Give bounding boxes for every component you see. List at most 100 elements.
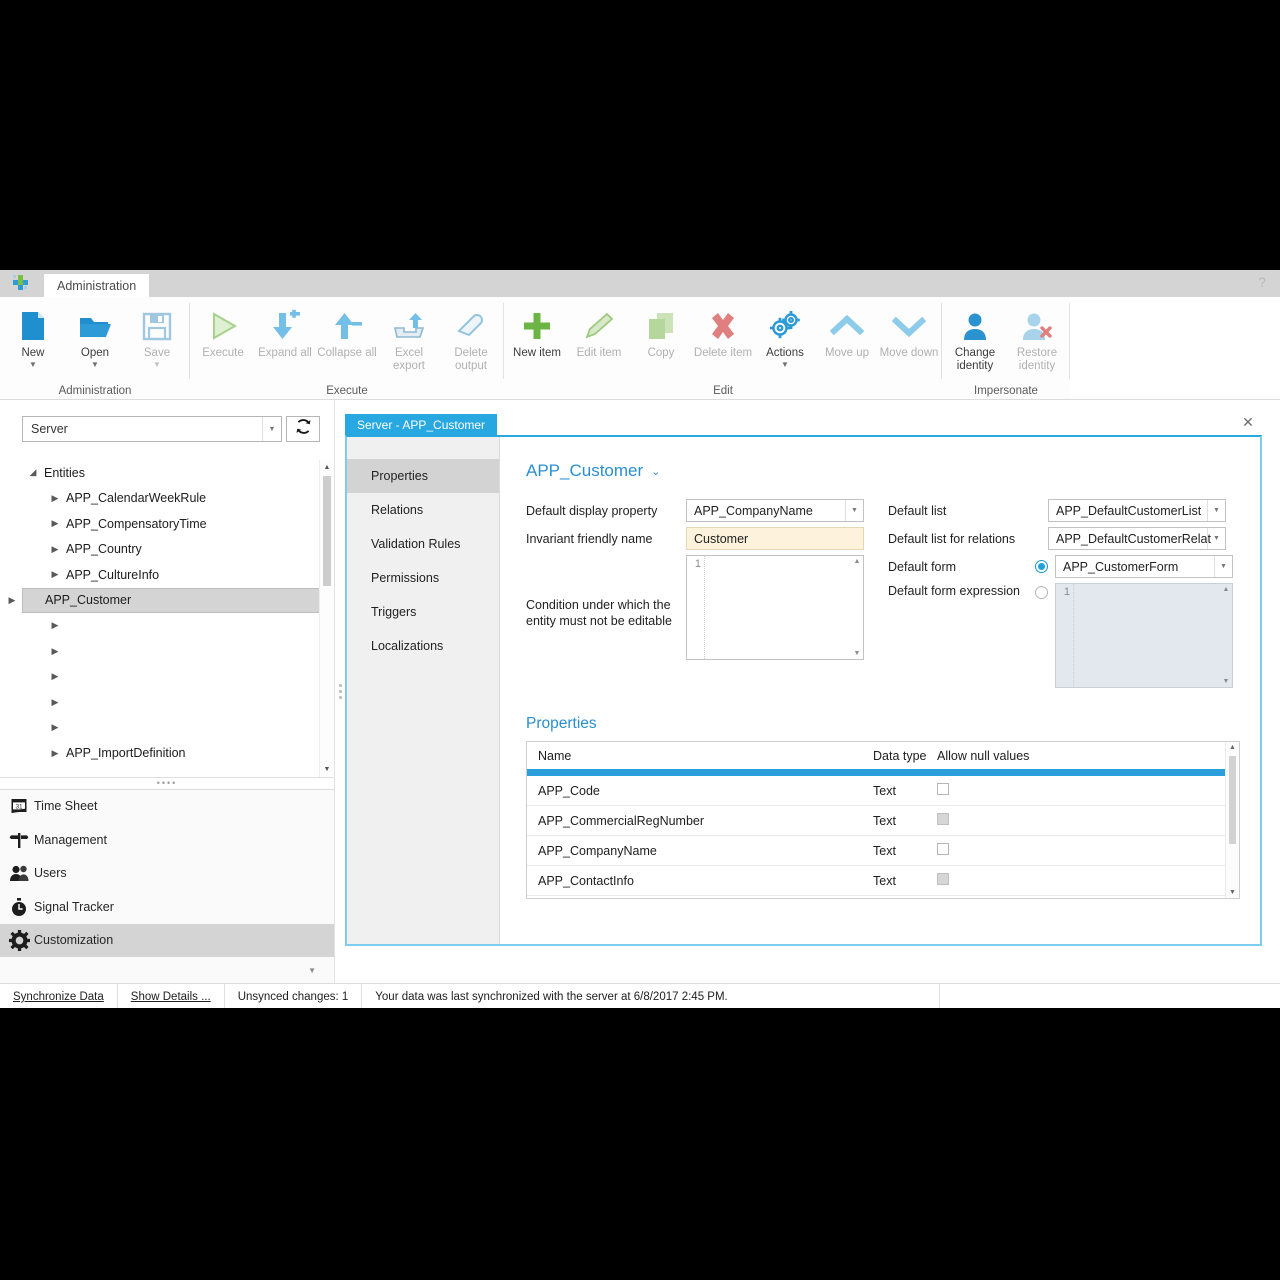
tree-scrollbar[interactable]: ▲ ▼ bbox=[319, 460, 334, 777]
tab-triggers[interactable]: Triggers bbox=[347, 595, 499, 629]
ribbon-button-new[interactable]: New ▼ bbox=[2, 303, 64, 369]
tab-validation-rules[interactable]: Validation Rules bbox=[347, 527, 499, 561]
tree-node-item[interactable]: ▶ bbox=[22, 639, 320, 665]
cell-allow-null[interactable] bbox=[937, 873, 1077, 888]
synchronize-data-link[interactable]: Synchronize Data bbox=[0, 984, 118, 1008]
tree-node-item-selected[interactable]: ▶ APP_Customer bbox=[9, 587, 320, 613]
scroll-down-icon[interactable]: ▼ bbox=[1226, 889, 1239, 896]
tree-node-item[interactable]: ▶ APP_CultureInfo bbox=[22, 562, 320, 588]
chevron-down-icon[interactable]: ▼ bbox=[1207, 528, 1225, 549]
help-icon[interactable]: ? bbox=[1258, 274, 1266, 290]
sidebar-item-users[interactable]: Users bbox=[0, 857, 334, 891]
chevron-down-icon[interactable]: ⌄ bbox=[651, 465, 660, 478]
triangle-collapsed-icon[interactable]: ▶ bbox=[44, 569, 66, 580]
invariant-friendly-name-input[interactable]: Customer bbox=[686, 527, 864, 550]
ribbon-button-collapse-all[interactable]: Collapse all bbox=[316, 303, 378, 360]
code-scrollbar[interactable]: ▲ ▼ bbox=[851, 556, 863, 659]
checkbox-icon[interactable] bbox=[937, 783, 949, 795]
tab-properties[interactable]: Properties bbox=[347, 459, 499, 493]
scroll-up-icon[interactable]: ▲ bbox=[851, 558, 863, 565]
code-content[interactable] bbox=[705, 556, 863, 659]
checkbox-icon[interactable] bbox=[937, 813, 949, 825]
default-display-property-combo[interactable]: APP_CompanyName ▼ bbox=[686, 499, 864, 522]
default-form-combo[interactable]: APP_CustomerForm ▼ bbox=[1055, 555, 1233, 578]
code-scrollbar[interactable]: ▲ ▼ bbox=[1220, 584, 1232, 687]
triangle-collapsed-icon[interactable]: ▶ bbox=[1, 595, 23, 606]
table-row[interactable]: APP_Email Text bbox=[527, 896, 1239, 898]
ribbon-button-expand-all[interactable]: Expand all bbox=[254, 303, 316, 360]
tree-node-item[interactable]: ▶ bbox=[22, 613, 320, 639]
server-combo[interactable]: Server ▼ bbox=[22, 416, 282, 442]
table-row[interactable]: APP_ContactInfo Text bbox=[527, 866, 1239, 896]
scroll-down-icon[interactable]: ▼ bbox=[851, 650, 863, 657]
ribbon-button-delete-output[interactable]: Delete output bbox=[440, 303, 502, 372]
triangle-collapsed-icon[interactable]: ▶ bbox=[44, 697, 66, 708]
chevron-down-icon[interactable]: ▼ bbox=[153, 360, 161, 369]
nav-more-button[interactable]: ▼ bbox=[0, 957, 334, 983]
table-row[interactable]: APP_CompanyName Text bbox=[527, 836, 1239, 866]
triangle-collapsed-icon[interactable]: ▶ bbox=[44, 518, 66, 529]
ribbon-button-edit-item[interactable]: Edit item bbox=[568, 303, 630, 360]
sidebar-item-management[interactable]: Management bbox=[0, 823, 334, 857]
code-content[interactable] bbox=[1074, 584, 1232, 687]
chevron-down-icon[interactable]: ▼ bbox=[1214, 556, 1232, 577]
ribbon-button-move-up[interactable]: Move up bbox=[816, 303, 878, 360]
default-list-for-relations-combo[interactable]: APP_DefaultCustomerRelat ▼ bbox=[1048, 527, 1226, 550]
table-row[interactable]: APP_CommercialRegNumber Text bbox=[527, 806, 1239, 836]
ribbon-button-excel-export[interactable]: Excel export bbox=[378, 303, 440, 372]
triangle-collapsed-icon[interactable]: ▶ bbox=[44, 493, 66, 504]
tree-node-item[interactable]: ▶ APP_ImportDefinition bbox=[22, 741, 320, 767]
tree-node-item[interactable]: ▶ APP_Country bbox=[22, 537, 320, 563]
tab-localizations[interactable]: Localizations bbox=[347, 629, 499, 663]
cell-allow-null[interactable] bbox=[937, 843, 1077, 858]
scroll-up-icon[interactable]: ▲ bbox=[1220, 586, 1232, 593]
show-details-link[interactable]: Show Details ... bbox=[118, 984, 225, 1008]
scrollbar-thumb[interactable] bbox=[1229, 756, 1236, 844]
default-form-radio[interactable] bbox=[1035, 560, 1048, 573]
cell-allow-null[interactable] bbox=[937, 783, 1077, 798]
sidebar-item-time-sheet[interactable]: 31 Time Sheet bbox=[0, 790, 334, 824]
ribbon-button-copy[interactable]: Copy bbox=[630, 303, 692, 360]
table-row[interactable]: APP_Code Text bbox=[527, 776, 1239, 806]
panel-splitter[interactable] bbox=[335, 400, 345, 983]
refresh-button[interactable] bbox=[286, 416, 320, 442]
triangle-collapsed-icon[interactable]: ▶ bbox=[44, 748, 66, 759]
ribbon-button-actions[interactable]: Actions ▼ bbox=[754, 303, 816, 369]
tree-node-entities[interactable]: ◢ Entities bbox=[22, 460, 320, 486]
chevron-down-icon[interactable]: ▼ bbox=[781, 360, 789, 369]
ribbon-button-new-item[interactable]: New item bbox=[506, 303, 568, 360]
tree-node-item[interactable]: ▶ bbox=[22, 690, 320, 716]
scroll-down-icon[interactable]: ▼ bbox=[320, 763, 334, 777]
ribbon-button-move-down[interactable]: Move down bbox=[878, 303, 940, 360]
triangle-collapsed-icon[interactable]: ▶ bbox=[44, 722, 66, 733]
tab-permissions[interactable]: Permissions bbox=[347, 561, 499, 595]
tree-node-item[interactable]: ▶ APP_CompensatoryTime bbox=[22, 511, 320, 537]
triangle-collapsed-icon[interactable]: ▶ bbox=[44, 620, 66, 631]
triangle-collapsed-icon[interactable]: ▶ bbox=[44, 671, 66, 682]
tree-node-item[interactable]: ▶ bbox=[22, 715, 320, 741]
chevron-down-icon[interactable]: ▼ bbox=[262, 417, 281, 441]
editable-condition-editor[interactable]: 1 ▲ ▼ bbox=[686, 555, 864, 660]
tab-administration[interactable]: Administration bbox=[44, 274, 150, 297]
checkbox-icon[interactable] bbox=[937, 843, 949, 855]
default-form-expression-editor[interactable]: 1 ▲ ▼ bbox=[1055, 583, 1233, 688]
ribbon-button-open[interactable]: Open ▼ bbox=[64, 303, 126, 369]
document-tab-server-app-customer[interactable]: Server - APP_Customer bbox=[345, 414, 498, 435]
scroll-down-icon[interactable]: ▼ bbox=[1220, 678, 1232, 685]
chevron-down-icon[interactable]: ▼ bbox=[1207, 500, 1225, 521]
chevron-down-icon[interactable]: ▼ bbox=[845, 500, 863, 521]
ribbon-button-save[interactable]: Save ▼ bbox=[126, 303, 188, 369]
sidebar-item-customization[interactable]: Customization bbox=[0, 923, 334, 957]
triangle-collapsed-icon[interactable]: ▶ bbox=[44, 646, 66, 657]
tab-relations[interactable]: Relations bbox=[347, 493, 499, 527]
chevron-down-icon[interactable]: ▼ bbox=[29, 360, 37, 369]
sidebar-item-signal-tracker[interactable]: Signal Tracker bbox=[0, 890, 334, 924]
default-list-combo[interactable]: APP_DefaultCustomerList ▼ bbox=[1048, 499, 1226, 522]
scroll-up-icon[interactable]: ▲ bbox=[1226, 744, 1239, 751]
chevron-down-icon[interactable]: ▼ bbox=[91, 360, 99, 369]
tree-node-item[interactable]: ▶ bbox=[22, 664, 320, 690]
ribbon-button-restore-identity[interactable]: Restore identity bbox=[1006, 303, 1068, 372]
triangle-collapsed-icon[interactable]: ▶ bbox=[44, 544, 66, 555]
scroll-up-icon[interactable]: ▲ bbox=[320, 460, 334, 474]
properties-table-scrollbar[interactable]: ▲ ▼ bbox=[1225, 742, 1239, 898]
